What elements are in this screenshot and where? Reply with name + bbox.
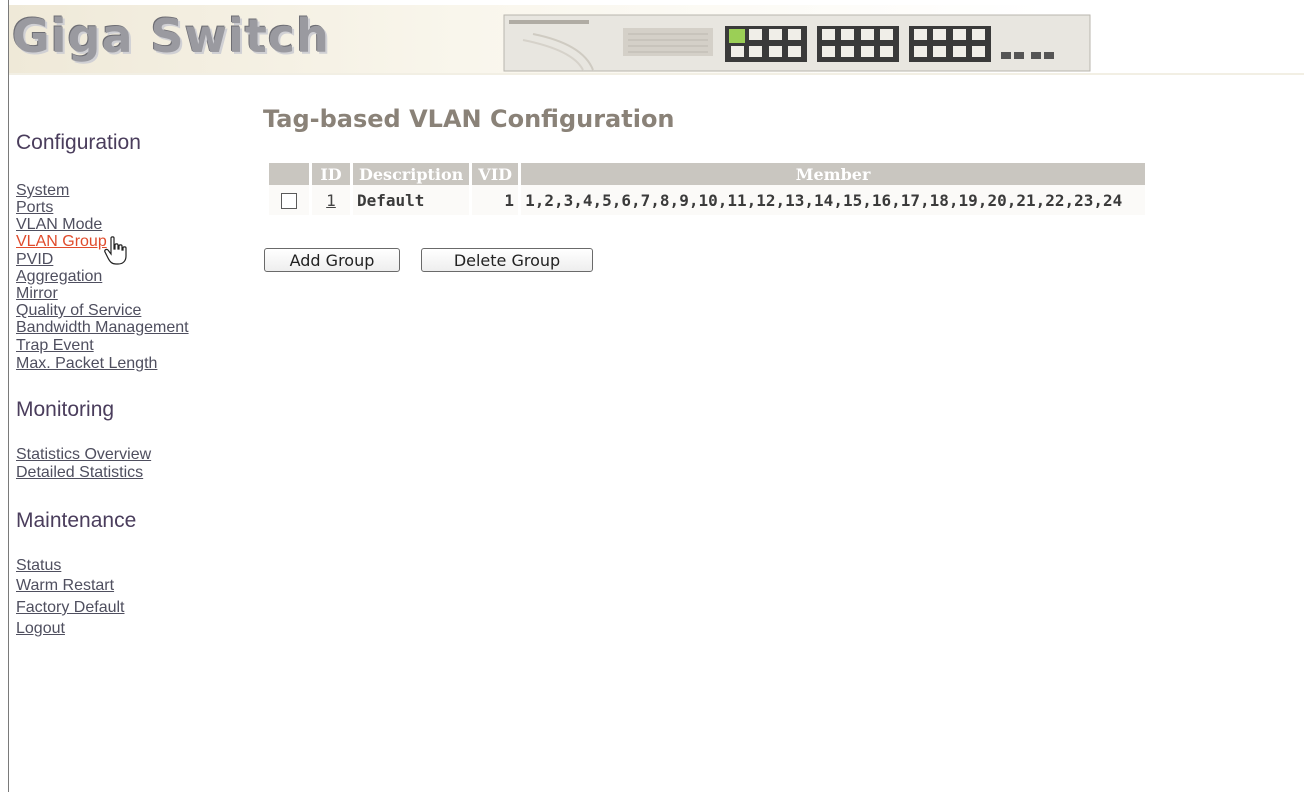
table-row: 1 Default 1 1,2,3,4,5,6,7,8,9,10,11,12,1… bbox=[269, 185, 1146, 215]
header-divider bbox=[9, 73, 1304, 75]
nav-link-max-packet-length[interactable]: Max. Packet Length bbox=[16, 355, 157, 373]
page-title: Tag-based VLAN Configuration bbox=[263, 105, 675, 133]
nav-link-mirror[interactable]: Mirror bbox=[16, 285, 58, 303]
row-description-cell: Default bbox=[353, 185, 470, 215]
add-group-button[interactable]: Add Group bbox=[264, 248, 400, 272]
vlan-table: ID Description VID Member 1 Default 1 1,… bbox=[266, 163, 1148, 215]
hand-pointer-icon bbox=[104, 236, 127, 265]
nav-link-pvid[interactable]: PVID bbox=[16, 251, 53, 269]
row-select-cell bbox=[269, 185, 309, 215]
left-frame-border bbox=[8, 0, 9, 792]
table-header-row: ID Description VID Member bbox=[269, 163, 1146, 185]
nav-link-factory-default[interactable]: Factory Default bbox=[16, 599, 124, 617]
row-id-cell: 1 bbox=[312, 185, 350, 215]
brand-logo: Giga Switch bbox=[12, 9, 330, 63]
section-heading-maintenance: Maintenance bbox=[16, 509, 137, 532]
nav-link-quality-of-service[interactable]: Quality of Service bbox=[16, 302, 141, 320]
nav-link-trap-event[interactable]: Trap Event bbox=[16, 337, 94, 355]
delete-group-button[interactable]: Delete Group bbox=[421, 248, 593, 272]
column-header-vid: VID bbox=[472, 163, 519, 185]
section-heading-monitoring: Monitoring bbox=[16, 398, 115, 421]
row-checkbox[interactable] bbox=[281, 193, 297, 209]
select-column-header bbox=[269, 163, 309, 185]
switch-device-icon bbox=[503, 14, 1091, 72]
column-header-description: Description bbox=[353, 163, 470, 185]
nav-link-status[interactable]: Status bbox=[16, 557, 61, 575]
vlan-id-link[interactable]: 1 bbox=[326, 191, 336, 210]
section-heading-configuration: Configuration bbox=[16, 131, 141, 154]
row-vid-cell: 1 bbox=[472, 185, 519, 215]
nav-link-system[interactable]: System bbox=[16, 182, 69, 200]
nav-link-vlan-mode[interactable]: VLAN Mode bbox=[16, 216, 102, 234]
row-member-cell: 1,2,3,4,5,6,7,8,9,10,11,12,13,14,15,16,1… bbox=[521, 185, 1146, 215]
nav-link-aggregation[interactable]: Aggregation bbox=[16, 268, 102, 286]
nav-link-ports[interactable]: Ports bbox=[16, 199, 53, 217]
column-header-member: Member bbox=[521, 163, 1146, 185]
nav-link-warm-restart[interactable]: Warm Restart bbox=[16, 577, 114, 595]
nav-link-vlan-group[interactable]: VLAN Group bbox=[16, 233, 107, 251]
nav-link-bandwidth-management[interactable]: Bandwidth Management bbox=[16, 319, 189, 337]
nav-link-logout[interactable]: Logout bbox=[16, 620, 65, 638]
column-header-id: ID bbox=[312, 163, 350, 185]
nav-link-detailed-statistics[interactable]: Detailed Statistics bbox=[16, 464, 143, 482]
nav-link-statistics-overview[interactable]: Statistics Overview bbox=[16, 446, 151, 464]
